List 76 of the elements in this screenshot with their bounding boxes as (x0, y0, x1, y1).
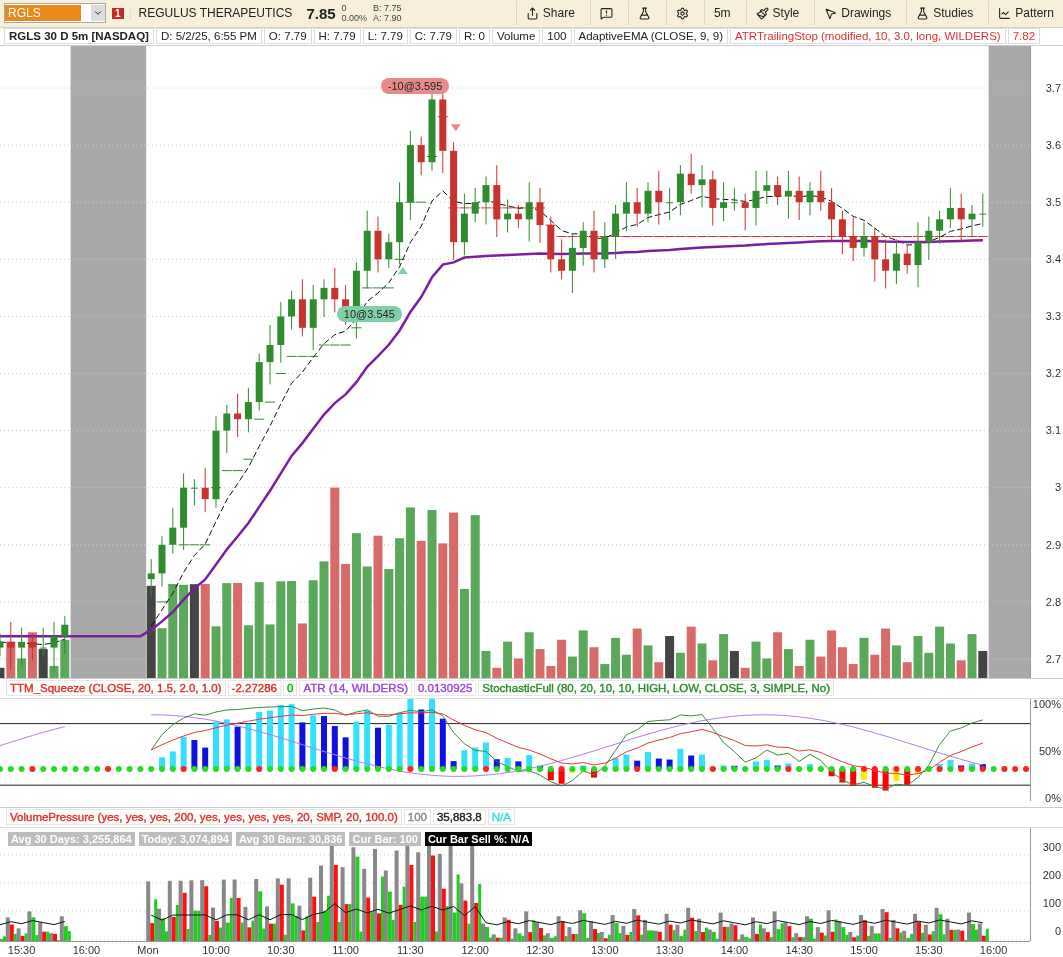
time-axis-label: 10:30 (267, 943, 295, 956)
study-label: 0.0130925 (413, 680, 477, 697)
volume-stat-label: Avg 30 Days: 3,255,864 (8, 831, 135, 846)
toolbar-button[interactable]: Studies (906, 1, 983, 26)
study-label: ATR (14, WILDERS) (299, 680, 412, 697)
price-axis-label: 2.9 (1045, 538, 1061, 551)
study-label: StochasticFull (80, 20, 10, 10, HIGH, LOW, CLOSE, 3, SIMPLE, No) (478, 680, 835, 697)
study-label: N/A (487, 809, 515, 826)
volume-axis-label: 200 (1042, 868, 1061, 881)
study-label: 100 (403, 809, 431, 826)
volume-stat-label: Cur Bar: 100 (349, 831, 421, 846)
percent-change: 0.00% (341, 13, 368, 24)
volume-axis-label: 0 (1054, 924, 1061, 937)
time-axis-label: 10:00 (202, 943, 230, 956)
time-axis-label: 15:30 (915, 943, 943, 956)
price-axis-label: 3.4 (1045, 253, 1061, 266)
chart-info-label: 100 (542, 28, 572, 45)
volume-stat-label: Today: 3,074,894 (138, 831, 232, 846)
chart-title: RGLS 30 D 5m [NASDAQ] (4, 28, 154, 45)
price-axis-label: 3 (1054, 481, 1061, 494)
volume-axis-label: 300 (1042, 840, 1061, 853)
buy-order-bubble: 10@3.545 (336, 305, 402, 322)
time-axis-label: 12:30 (526, 943, 554, 956)
volume-stat-label: Avg 30 Bars: 30,836 (235, 831, 346, 846)
percent-axis-label: 0% (1045, 791, 1061, 804)
toolbar-button[interactable]: 5m (703, 1, 740, 26)
price-axis-label: 3.6 (1045, 138, 1061, 151)
time-axis-label: 11:30 (397, 943, 424, 956)
time-axis-label: 14:30 (785, 943, 813, 956)
volume-axis-label: 100 (1042, 896, 1061, 909)
chart-info-label: Volume (491, 28, 541, 45)
alert-badge: 1 (112, 7, 124, 19)
chart-info-label: O: 7.79 (263, 28, 312, 45)
price-axis-label: 3.2 (1045, 367, 1061, 380)
price-axis-label: 3.1 (1045, 424, 1061, 437)
toolbar-button[interactable]: Drawings (814, 1, 901, 26)
chart-info-label: 7.82 (1007, 28, 1041, 45)
chart-info-label: ATRTrailingStop (modified, 10, 3.0, long, WILDERS) (729, 28, 1006, 45)
time-axis-label: 15:30 (7, 943, 36, 956)
study-label: TTM_Squeeze (CLOSE, 20, 1.5, 2.0, 1.0) (6, 680, 226, 697)
time-axis-label: 16:00 (979, 943, 1008, 956)
price-axis-label: 3.3 (1045, 310, 1061, 323)
percent-axis-label: 100% (1032, 697, 1061, 710)
time-axis-label: 13:30 (655, 943, 684, 956)
chart-info-label: AdaptiveEMA (CLOSE, 9, 9) (573, 28, 728, 45)
company-name: REGULUS THERAPEUTICS (129, 6, 301, 21)
chart-info-label: H: 7.79 (313, 28, 361, 45)
chart-info-label: D: 5/2/25, 6:55 PM (155, 28, 262, 45)
bid-price: B: 7.75 (373, 3, 402, 14)
time-axis-label: 12:00 (461, 943, 489, 956)
toolbar-button[interactable]: Style (745, 1, 809, 26)
sell-order-bubble: -10@3.595 (380, 78, 450, 94)
price-axis-label: 2.8 (1045, 595, 1061, 608)
net-change: 0 (341, 3, 348, 14)
time-axis-label: Mon (137, 943, 159, 956)
price-axis-label: 3.5 (1045, 195, 1061, 208)
last-price: 7.85 (306, 4, 336, 22)
time-axis-label: 14:00 (720, 943, 749, 956)
study-label: 0 (283, 680, 298, 697)
chart-info-label: L: 7.79 (362, 28, 408, 45)
price-axis-label: 2.7 (1045, 652, 1061, 665)
study-label: 35,883.8 (432, 809, 486, 826)
study-label: -2.27286 (227, 680, 281, 697)
toolbar-button[interactable]: Share (515, 1, 584, 26)
time-axis-label: 16:00 (72, 943, 101, 956)
time-axis-label: 11:00 (332, 943, 359, 956)
percent-axis-label: 50% (1038, 744, 1061, 757)
time-axis-label: 15:00 (850, 943, 878, 956)
toolbar-button[interactable]: Pattern (988, 1, 1063, 26)
volume-stat-label: Cur Bar Sell %: N/A (424, 831, 533, 846)
chart-info-label: C: 7.79 (409, 28, 457, 45)
chart-info-label: R: 0 (458, 28, 490, 45)
ask-price: A: 7.90 (373, 13, 402, 24)
study-label: VolumePressure (yes, yes, yes, 200, yes, yes, yes, yes, 20, SMP, 20, 100.0) (6, 809, 402, 826)
price-axis-label: 3.7 (1045, 81, 1061, 94)
time-axis-label: 13:00 (591, 943, 619, 956)
